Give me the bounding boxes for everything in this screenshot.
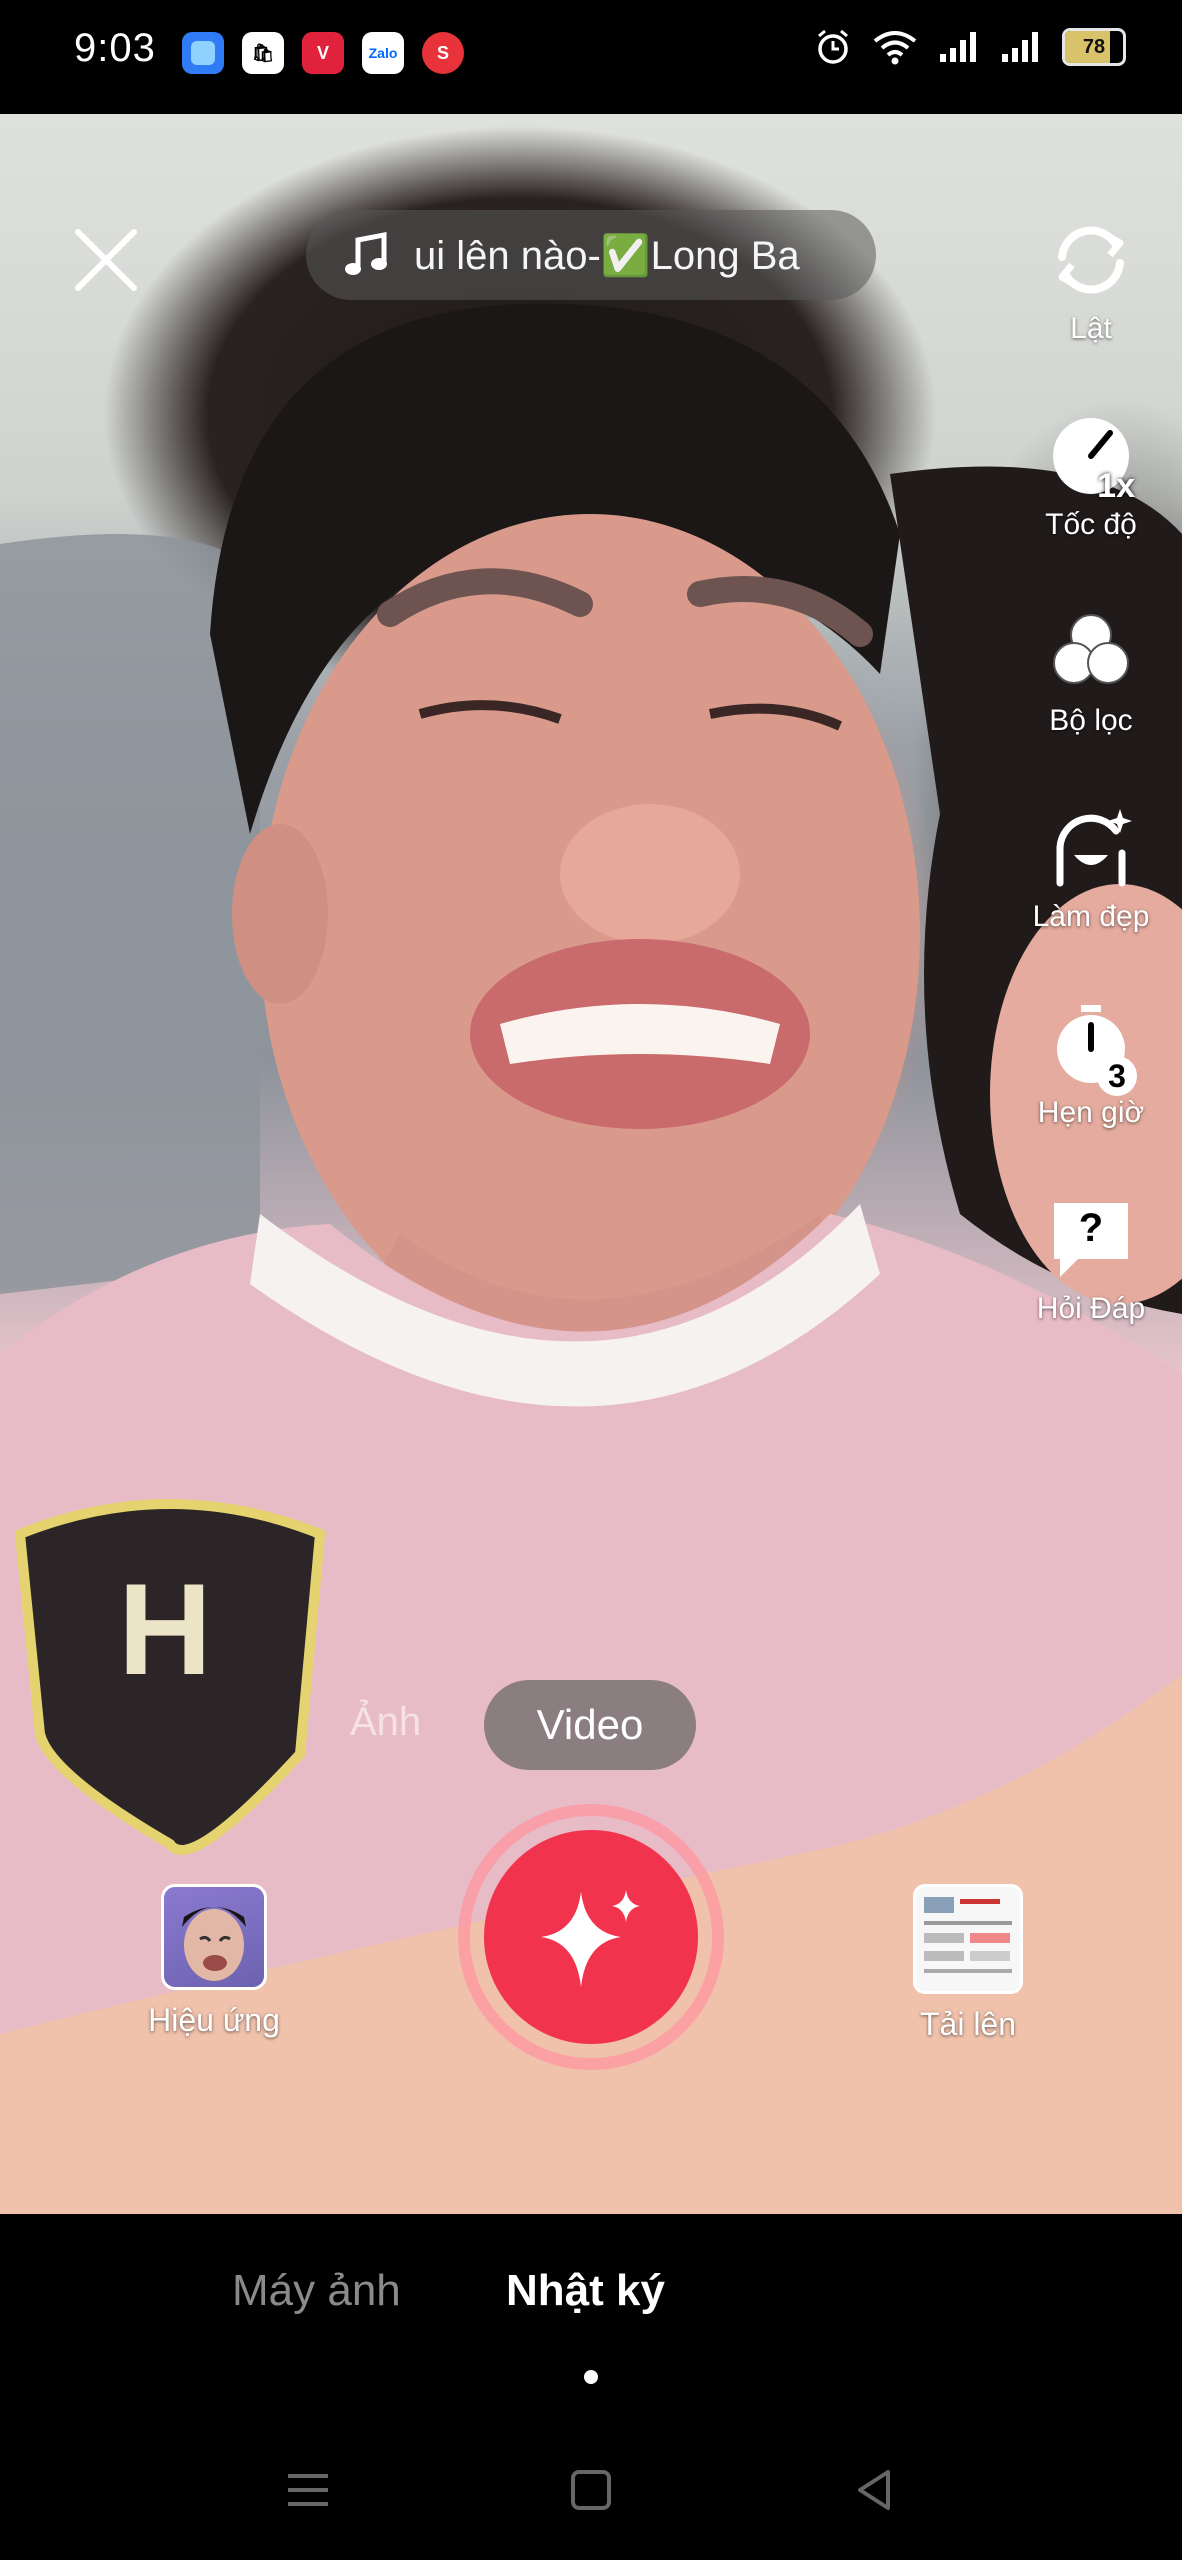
sound-title: ui lên nào-✅Long Ba	[414, 233, 800, 278]
signal-icon	[1002, 32, 1038, 62]
upload-button[interactable]: Tải lên	[894, 1884, 1042, 2043]
blue-app-icon	[182, 32, 224, 74]
menu-icon	[288, 2474, 328, 2506]
menu-nav-button[interactable]	[278, 2460, 338, 2520]
home-nav-button[interactable]	[561, 2460, 621, 2520]
upload-thumbnail	[913, 1884, 1023, 1994]
upload-label: Tải lên	[919, 2006, 1017, 2042]
tool-speed[interactable]: 1x Tốc độ	[1026, 410, 1156, 542]
status-time: 9:03	[74, 26, 156, 70]
tool-qa-label: Hỏi Đáp	[1036, 1292, 1146, 1325]
speed-badge: 1x	[1097, 467, 1135, 505]
home-square-icon	[571, 2470, 611, 2510]
system-status: 78	[814, 28, 1126, 66]
tool-beauty[interactable]: Làm đẹp	[1026, 802, 1156, 934]
gallery-preview-image	[916, 1887, 1020, 1991]
tool-flip[interactable]: Lật	[1026, 214, 1156, 346]
s-app-icon: S	[422, 32, 464, 74]
mode-video[interactable]: Video	[484, 1680, 696, 1770]
back-nav-button[interactable]	[844, 2460, 904, 2520]
effects-button[interactable]: Hiệu ứng	[140, 1884, 288, 2039]
close-icon[interactable]	[70, 224, 142, 296]
system-navigation-bar	[0, 2420, 1182, 2560]
tab-camera[interactable]: Máy ảnh	[232, 2266, 401, 2316]
mode-selector: Ảnh Video	[0, 1680, 1182, 1770]
sparkle-icon	[541, 1890, 640, 1987]
tool-filters-label: Bộ lọc	[1049, 704, 1133, 737]
add-sound-button[interactable]: ui lên nào-✅Long Ba	[306, 210, 876, 300]
tiktok-camera-screen: 9:03 🛍 V Zalo S 78 H ui lên nào-✅Long Ba…	[0, 0, 1182, 2560]
tool-beauty-label: Làm đẹp	[1032, 900, 1150, 933]
filter-icon	[1053, 614, 1129, 684]
beauty-icon	[1056, 809, 1132, 887]
flip-icon	[1058, 226, 1124, 294]
effect-face-image	[182, 1907, 246, 1981]
zalo-icon: Zalo	[362, 32, 404, 74]
active-tab-indicator	[584, 2370, 598, 2384]
tool-timer-label: Hẹn giờ	[1037, 1096, 1145, 1129]
tool-timer[interactable]: 3 Hẹn giờ	[1026, 998, 1156, 1130]
mode-photo[interactable]: Ảnh	[350, 1700, 421, 1745]
record-button[interactable]	[458, 1804, 724, 2070]
signal-icon	[940, 32, 976, 62]
status-bar: 9:03 🛍 V Zalo S 78	[0, 0, 1182, 114]
back-triangle-icon	[858, 2470, 890, 2510]
battery-indicator: 78	[1062, 28, 1126, 66]
music-note-icon	[345, 231, 387, 275]
camera-preview[interactable]: H ui lên nào-✅Long Ba Lật 1x Tốc độ Bộ l…	[0, 114, 1182, 2214]
effects-label: Hiệu ứng	[148, 2002, 280, 2038]
wifi-icon	[873, 31, 917, 65]
alarm-icon	[818, 29, 848, 64]
camera-mode-tabs: Máy ảnh Nhật ký	[0, 2214, 1182, 2384]
qa-question-mark: ?	[1078, 1206, 1104, 1250]
shopee-icon: 🛍	[242, 32, 284, 74]
tool-qa[interactable]: ? Hỏi Đáp	[1026, 1194, 1156, 1326]
tool-filters[interactable]: Bộ lọc	[1026, 606, 1156, 738]
timer-badge: 3	[1097, 1056, 1137, 1096]
effect-thumbnail	[161, 1884, 267, 1990]
notification-icons: 🛍 V Zalo S	[182, 32, 464, 74]
record-button-core	[484, 1830, 698, 2044]
battery-level: 78	[1082, 35, 1106, 58]
vimeo-like-icon: V	[302, 32, 344, 74]
tool-speed-label: Tốc độ	[1045, 508, 1137, 541]
tool-flip-label: Lật	[1070, 312, 1112, 345]
tab-journal[interactable]: Nhật ký	[506, 2266, 665, 2316]
